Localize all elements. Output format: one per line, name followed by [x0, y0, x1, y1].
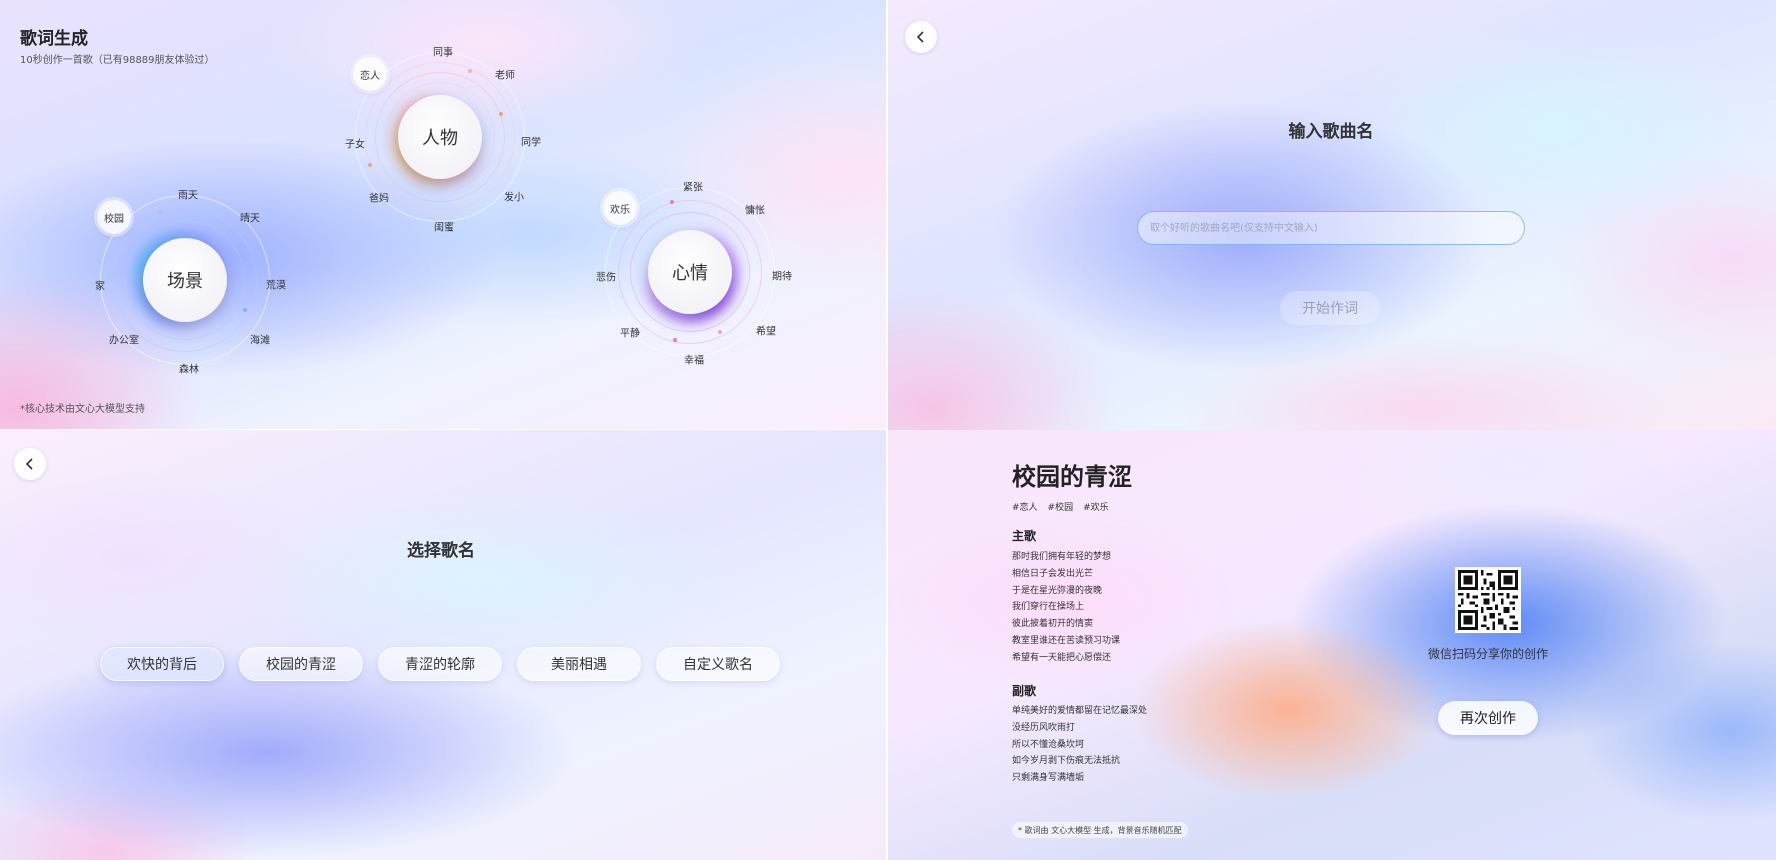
input-song-panel: 输入歌曲名 开始作词: [888, 0, 1776, 430]
start-lyrics-button[interactable]: 开始作词: [1280, 291, 1380, 325]
tag-teacher[interactable]: 老师: [495, 67, 515, 82]
tag-office[interactable]: 办公室: [109, 332, 139, 347]
result-panel: 校园的青涩 #恋人 #校园 #欢乐 主歌 那时我们拥有年轻的梦想 相信日子会发出…: [888, 430, 1776, 860]
lyric-line: 于是在星光弥漫的夜晚: [1012, 585, 1103, 596]
orbit-dot: [158, 210, 162, 214]
create-again-button[interactable]: 再次创作: [1438, 701, 1538, 735]
page-heading: 输入歌曲名: [1288, 122, 1374, 142]
tag-bestie[interactable]: 闺蜜: [434, 219, 454, 234]
lyric-line: 相信日子会发出光芒: [1012, 568, 1094, 579]
orbit-dot: [718, 330, 722, 334]
lyric-line: 只剩满身写满墙垢: [1012, 773, 1085, 784]
verse-lyrics: 那时我们拥有年轻的梦想 相信日子会发出光芒 于是在星光弥漫的夜晚 我们穿行在操场…: [1012, 549, 1120, 667]
tag-desert[interactable]: 荒漠: [266, 277, 286, 292]
app-title: 歌词生成: [20, 29, 88, 49]
tag-lover-selected[interactable]: 恋人: [353, 57, 387, 91]
people-hub-label: 人物: [422, 128, 458, 149]
mood-hub-label: 心情: [672, 263, 708, 284]
song-option[interactable]: 美丽相遇: [517, 647, 641, 681]
tag-hope[interactable]: 希望: [756, 323, 776, 338]
back-button[interactable]: [905, 21, 937, 53]
chorus-heading: 副歌: [1012, 684, 1037, 698]
song-tags: #恋人 #校园 #欢乐: [1012, 500, 1109, 513]
lyric-line: 单纯美好的爱情都留在记忆最深处: [1012, 706, 1148, 716]
tag-calm[interactable]: 平静: [620, 325, 640, 340]
orbit-dot: [468, 69, 472, 73]
orbit-dot: [673, 338, 677, 342]
song-option-selected[interactable]: 欢快的背后: [100, 647, 224, 681]
song-title: 校园的青涩: [1012, 463, 1132, 491]
tag-sad[interactable]: 悲伤: [596, 269, 616, 284]
tag-joy-selected[interactable]: 欢乐: [603, 191, 637, 225]
tag-melancholy[interactable]: 慵怅: [745, 202, 765, 217]
custom-song-name-option[interactable]: 自定义歌名: [656, 647, 780, 681]
app-subtitle: 10秒创作一首歌（已有98889朋友体验过）: [20, 55, 215, 66]
chevron-left-icon: [25, 458, 33, 470]
song-tag: #校园: [1047, 503, 1074, 513]
page-heading: 选择歌名: [407, 541, 475, 561]
tag-parents[interactable]: 爸妈: [369, 190, 389, 205]
song-name-options: 欢快的背后 校园的青涩 青涩的轮廓 美丽相遇 自定义歌名: [100, 647, 780, 681]
qr-code-icon: [1455, 567, 1521, 633]
chorus-lyrics: 单纯美好的爱情都留在记忆最深处 没经历风吹雨打 所以不懂沧桑坎坷 如今岁月剥下伤…: [1012, 703, 1147, 787]
lyric-line: 没经历风吹雨打: [1012, 722, 1076, 733]
scene-hub-button[interactable]: 场景: [143, 238, 227, 322]
back-button[interactable]: [14, 448, 46, 480]
orbit-dot: [368, 163, 372, 167]
tag-happiness[interactable]: 幸福: [684, 352, 704, 367]
song-option[interactable]: 校园的青涩: [239, 647, 363, 681]
chevron-left-icon: [916, 31, 924, 43]
song-option[interactable]: 青涩的轮廓: [378, 647, 502, 681]
tag-classmate[interactable]: 同学: [521, 134, 541, 149]
tag-rainy[interactable]: 雨天: [178, 187, 198, 202]
song-tag: #欢乐: [1083, 503, 1109, 513]
tag-home[interactable]: 家: [95, 278, 105, 293]
qr-caption: 微信扫码分享你的创作: [1427, 647, 1549, 661]
lyric-line: 如今岁月剥下伤痕无法抵抗: [1012, 756, 1121, 767]
tag-colleague[interactable]: 同事: [433, 44, 453, 59]
home-panel: 歌词生成 10秒创作一首歌（已有98889朋友体验过） *核心技术由文心大模型支…: [0, 0, 886, 430]
scene-hub-label: 场景: [167, 271, 203, 292]
result-footnote: * 歌词由 文心大模型 生成，背景音乐随机匹配: [1012, 822, 1188, 838]
home-footnote: *核心技术由文心大模型支持: [20, 404, 145, 415]
lyric-line: 教室里谁还在苦读预习功课: [1012, 635, 1121, 646]
tag-sunny[interactable]: 晴天: [240, 210, 260, 225]
orbit-dot: [670, 200, 674, 204]
mood-hub-button[interactable]: 心情: [648, 230, 732, 314]
lyric-line: 所以不懂沧桑坎坷: [1012, 739, 1085, 750]
tag-childhood-friend[interactable]: 发小: [504, 189, 524, 204]
people-hub-button[interactable]: 人物: [398, 95, 482, 179]
song-tag: #恋人: [1012, 503, 1038, 513]
lyric-line: 彼此披着初开的情窦: [1012, 619, 1094, 630]
song-name-input[interactable]: [1137, 211, 1525, 245]
tag-nervous[interactable]: 紧张: [683, 179, 703, 194]
tag-campus-selected[interactable]: 校园: [97, 200, 131, 234]
verse-heading: 主歌: [1012, 529, 1037, 543]
lyric-line: 我们穿行在操场上: [1012, 602, 1085, 613]
tag-beach[interactable]: 海滩: [250, 332, 270, 347]
choose-song-panel: 选择歌名 欢快的背后 校园的青涩 青涩的轮廓 美丽相遇 自定义歌名: [0, 430, 886, 860]
tag-expectation[interactable]: 期待: [772, 268, 792, 283]
tag-forest[interactable]: 森林: [179, 361, 199, 376]
tag-children[interactable]: 子女: [345, 136, 365, 151]
orbit-dot: [243, 308, 247, 312]
orbit-dot: [499, 112, 503, 116]
lyric-line: 希望有一天能把心愿偿还: [1012, 652, 1112, 663]
lyric-line: 那时我们拥有年轻的梦想: [1012, 552, 1112, 562]
